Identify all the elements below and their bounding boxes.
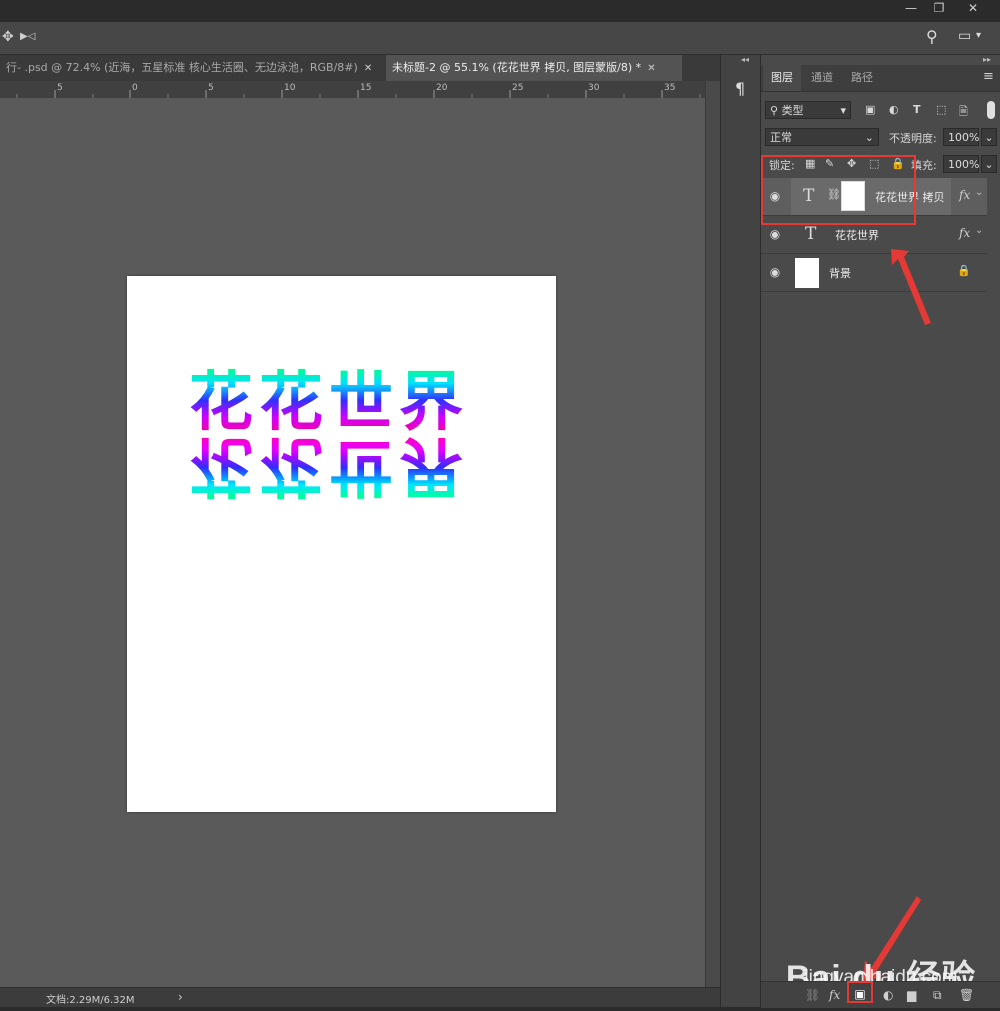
ruler-number: 0: [132, 83, 138, 93]
text-layer-icon: T: [805, 224, 817, 244]
layer-filter-select[interactable]: ⚲ 类型 ▾: [765, 101, 851, 119]
title-bar: — ❐ ✕: [0, 0, 1000, 22]
annotation-arrow-icon: [891, 249, 931, 325]
panel-menu-icon[interactable]: ≡: [983, 69, 994, 84]
trash-icon[interactable]: 🗑: [959, 988, 974, 1002]
chevron-down-icon[interactable]: ⌄: [975, 225, 983, 236]
layer-row-background[interactable]: ◉ 背景 🔒: [761, 254, 987, 292]
add-mask-button[interactable]: ▣: [847, 981, 873, 1003]
pixel-filter-icon[interactable]: ▣: [865, 103, 875, 116]
tab-document-2[interactable]: 未标题-2 @ 55.1% (花花世界 拷贝, 图层蒙版/8) * ✕: [386, 55, 682, 81]
opacity-dropdown[interactable]: ⌄: [981, 128, 997, 146]
layer-name: 花花世界: [835, 229, 879, 242]
ruler-number: 30: [588, 83, 600, 93]
status-bar: 文档:2.29M/6.32M ›: [0, 987, 720, 1008]
smart-object-filter-icon[interactable]: 🗎: [959, 103, 968, 122]
ruler-number: 5: [57, 83, 63, 93]
blend-mode-value: 正常: [770, 131, 792, 144]
paragraph-panel-icon[interactable]: ¶: [735, 79, 745, 98]
blend-mode-select[interactable]: 正常 ⌄: [765, 128, 879, 146]
ruler-number: 10: [284, 83, 296, 93]
ruler-number: 5: [208, 83, 214, 93]
fx-icon[interactable]: fx: [959, 188, 970, 202]
lock-icon[interactable]: 🔒: [957, 264, 971, 277]
adjustment-filter-icon[interactable]: ◐: [889, 103, 899, 116]
visibility-eye-icon[interactable]: ◉: [767, 265, 783, 279]
add-style-icon[interactable]: fx: [829, 988, 840, 1002]
reflected-text-layer[interactable]: 花花世界: [189, 428, 469, 502]
link-layers-icon[interactable]: ⛓: [805, 988, 820, 1002]
expand-arrows-icon[interactable]: ▸▸: [983, 55, 991, 64]
vertical-scrollbar[interactable]: [705, 81, 721, 987]
tab-channels[interactable]: 通道: [803, 65, 841, 91]
ruler-number: 25: [512, 83, 524, 93]
adjustment-layer-icon[interactable]: ◐: [883, 988, 893, 1002]
restore-button[interactable]: ❐: [924, 0, 954, 16]
fx-icon[interactable]: fx: [959, 226, 970, 240]
new-group-icon[interactable]: ▆: [907, 988, 916, 1002]
ruler-number: 20: [436, 83, 448, 93]
new-layer-icon[interactable]: ⧉: [933, 988, 942, 1003]
close-window-button[interactable]: ✕: [958, 0, 988, 16]
minimize-button[interactable]: —: [896, 0, 926, 16]
status-arrow-icon[interactable]: ›: [178, 990, 183, 1004]
layer-name: 背景: [829, 267, 851, 280]
shape-filter-icon[interactable]: ⬚: [936, 103, 946, 116]
opacity-label: 不透明度:: [889, 132, 937, 145]
chevron-down-icon: ▾: [840, 104, 846, 117]
collapse-arrows-icon[interactable]: ◂◂: [741, 55, 749, 64]
tab-label: 行- .psd @ 72.4% (近海，五星标准 核心生活圈、无边泳池，RGB/…: [6, 61, 358, 74]
tab-label: 未标题-2 @ 55.1% (花花世界 拷贝, 图层蒙版/8) *: [392, 61, 642, 74]
horizontal-ruler[interactable]: 5 0 5 10 15 20 25 30 35: [0, 81, 705, 99]
document-size: 文档:2.29M/6.32M: [46, 995, 135, 1006]
chevron-down-icon: ⌄: [864, 131, 874, 144]
fill-input[interactable]: 100%: [943, 155, 979, 173]
search-icon[interactable]: ⚲: [926, 27, 938, 46]
options-bar: ✥ ▶◁ ⚲ ▭ ▾: [0, 22, 1000, 55]
video-icon[interactable]: ▶◁: [20, 31, 35, 42]
panel-tabs: 图层 通道 路径 ≡: [761, 65, 1000, 92]
document-canvas[interactable]: 花花世界 花花世界: [127, 276, 556, 812]
tab-layers[interactable]: 图层: [763, 65, 801, 91]
type-filter-icon[interactable]: T: [913, 103, 921, 116]
document-tabs: 行- .psd @ 72.4% (近海，五星标准 核心生活圈、无边泳池，RGB/…: [0, 55, 720, 81]
ruler-number: 35: [664, 83, 676, 93]
tab-close-icon[interactable]: ✕: [364, 63, 372, 74]
search-icon: ⚲: [770, 104, 779, 117]
tab-paths[interactable]: 路径: [843, 65, 881, 91]
fill-dropdown[interactable]: ⌄: [981, 155, 997, 173]
chevron-down-icon: ▾: [976, 30, 982, 41]
filter-kind-label: 类型: [781, 104, 804, 117]
tab-document-1[interactable]: 行- .psd @ 72.4% (近海，五星标准 核心生活圈、无边泳池，RGB/…: [0, 55, 386, 81]
layers-panel: ▸▸ 图层 通道 路径 ≡ ⚲ 类型 ▾ ▣ ◐ T ⬚ 🗎 正常 ⌄ 不透明度…: [760, 55, 1000, 1008]
workspace-icon[interactable]: ▭: [958, 28, 971, 44]
collapsed-panel-dock: ◂◂ ¶: [720, 55, 761, 1007]
tab-close-icon[interactable]: ✕: [647, 63, 655, 74]
move-icon[interactable]: ✥: [2, 29, 14, 45]
filter-toggle[interactable]: [987, 101, 995, 119]
chevron-down-icon[interactable]: ⌄: [975, 187, 983, 198]
annotation-highlight-box: [761, 155, 916, 225]
visibility-eye-icon[interactable]: ◉: [767, 227, 783, 241]
layer-thumbnail: [795, 258, 819, 288]
opacity-input[interactable]: 100%: [943, 128, 979, 146]
ruler-number: 15: [360, 83, 372, 93]
